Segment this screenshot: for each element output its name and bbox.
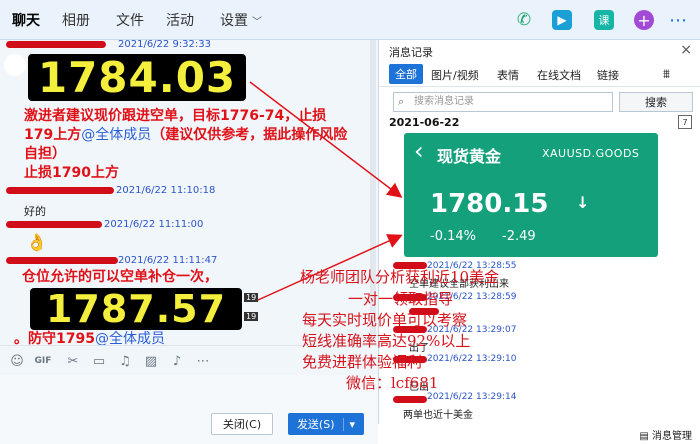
search-input[interactable]: ⌕ 搜索消息记录 xyxy=(393,92,613,112)
message-text: 。防守1795@全体成员 xyxy=(14,331,165,345)
watermark-line: 一对一领取指导 xyxy=(348,290,454,308)
timer-label: 19 xyxy=(244,293,259,302)
close-icon[interactable]: × xyxy=(680,42,692,58)
redacted-name xyxy=(393,396,427,403)
manage-button[interactable]: ▤ 消息管理 xyxy=(639,427,692,442)
redacted-name xyxy=(6,257,118,264)
back-arrow-icon: ‹ xyxy=(414,137,424,165)
filter-all[interactable]: 全部 xyxy=(389,64,423,84)
send-button[interactable]: 发送(S) ▾ xyxy=(288,413,364,435)
tab-files[interactable]: 文件 xyxy=(116,10,144,30)
price-image[interactable]: 1787.57 xyxy=(30,287,242,331)
message-text: 仓位允许的可以空单补仓一次， xyxy=(22,269,218,285)
redacted-name xyxy=(6,221,102,228)
image-icon[interactable]: ▨ xyxy=(142,352,160,370)
gif-icon[interactable]: GIF xyxy=(34,352,52,370)
more-icon[interactable]: ⋯ xyxy=(194,352,212,370)
emoji-icon[interactable]: ☺ xyxy=(8,352,26,370)
down-arrow-icon: ↓ xyxy=(576,193,590,212)
redacted-name xyxy=(6,187,114,194)
timer-label: 19 xyxy=(244,312,259,321)
panel-title: 消息记录 xyxy=(389,46,433,59)
filter-icon[interactable]: ⩩ xyxy=(663,67,670,82)
chat-area: 2021/6/22 9:32:33 1784.03 激进者建议现价跟进空单，目标… xyxy=(0,40,378,345)
watermark-line: 微信：lcf681 xyxy=(346,374,439,392)
chevron-down-icon: ﹀ xyxy=(252,17,262,28)
price-image[interactable]: 1784.03 xyxy=(28,53,246,102)
search-button[interactable]: 搜索 xyxy=(619,92,693,112)
phone-icon[interactable]: ✆ xyxy=(514,10,534,30)
chevron-down-icon[interactable]: ▾ xyxy=(342,417,355,431)
app-window: 聊天 相册 文件 活动 设置 ﹀ ✆ ▶ 课 + ⋯ 2021/6/22 9:32… xyxy=(0,0,700,444)
redacted-name xyxy=(6,41,106,48)
search-icon: ⌕ xyxy=(398,95,405,108)
message-text: 激进者建议现价跟进空单，目标1776-74，止损179上方@全体成员（建议仅供参… xyxy=(24,108,348,181)
watermark-line: 每天实时现价单可以考察 xyxy=(302,311,468,329)
entry-time: 2021/6/22 13:29:10 xyxy=(427,354,517,364)
video-icon[interactable]: ▶ xyxy=(552,10,572,30)
message-time: 2021/6/22 11:10:18 xyxy=(116,185,216,196)
message-time: 2021/6/22 11:11:47 xyxy=(118,255,218,266)
music-icon[interactable]: ♫ xyxy=(116,352,134,370)
filter-links[interactable]: 链接 xyxy=(597,67,619,83)
tab-album[interactable]: 相册 xyxy=(62,10,90,30)
message-time: 2021/6/22 9:32:33 xyxy=(118,40,212,50)
date-heading: 2021-06-22 xyxy=(389,116,460,129)
ok-hand-emoji-icon: 👌 xyxy=(26,233,48,253)
tab-chat[interactable]: 聊天 xyxy=(12,10,40,30)
message-time: 2021/6/22 11:11:00 xyxy=(104,219,204,230)
watermark-line: 免费进群体验福利 xyxy=(302,353,423,371)
close-button[interactable]: 关闭(C) xyxy=(211,413,273,435)
tab-settings[interactable]: 设置 ﹀ xyxy=(220,10,262,30)
watermark-line: 短线准确率高达92%以上 xyxy=(302,332,471,350)
entry-time: 2021/6/22 13:29:14 xyxy=(427,392,517,402)
avatar xyxy=(4,54,26,76)
folder-icon[interactable]: ▭ xyxy=(90,352,108,370)
filter-docs[interactable]: 在线文档 xyxy=(537,67,581,83)
message-text: 好的 xyxy=(24,205,46,218)
entry-text: 两单也近十美金 xyxy=(403,410,473,421)
calendar-icon[interactable]: 7 xyxy=(678,115,692,129)
filter-emoji[interactable]: 表情 xyxy=(497,67,519,83)
manage-icon: ▤ xyxy=(639,431,652,442)
scissors-icon[interactable]: ✂ xyxy=(64,352,82,370)
tab-activity[interactable]: 活动 xyxy=(166,10,194,30)
class-icon[interactable]: 课 xyxy=(594,10,614,30)
filter-media[interactable]: 图片/视频 xyxy=(431,67,479,83)
plus-icon[interactable]: + xyxy=(634,10,654,30)
top-bar: 聊天 相册 文件 活动 设置 ﹀ ✆ ▶ 课 + ⋯ xyxy=(0,0,700,40)
gold-quote-card[interactable]: ‹ 现货黄金 XAUUSD.GOODS 1780.15 ↓ -0.14% -2.… xyxy=(404,133,658,257)
bell-icon[interactable]: ♪ xyxy=(168,352,186,370)
watermark-line: 杨老师团队分析获利近10美金 xyxy=(300,268,500,286)
more-icon[interactable]: ⋯ xyxy=(668,10,688,31)
status-bar: ▤ 消息管理 xyxy=(378,424,700,444)
filter-tabs: 全部 图片/视频 表情 在线文档 链接 ⩩ xyxy=(379,63,700,87)
